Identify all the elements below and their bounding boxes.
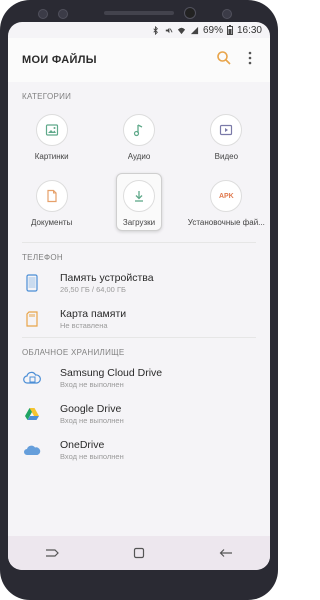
row-title: Карта памяти — [60, 308, 127, 320]
category-label: Загрузки — [122, 218, 156, 227]
signal-icon — [190, 26, 199, 34]
categories-section-label: КАТЕГОРИИ — [22, 92, 72, 101]
back-button[interactable] — [214, 543, 238, 563]
front-camera-icon — [184, 7, 196, 19]
more-options-icon[interactable] — [242, 50, 258, 66]
home-icon — [133, 547, 145, 559]
recent-apps-button[interactable] — [40, 543, 64, 563]
row-title: Samsung Cloud Drive — [60, 367, 163, 379]
row-subtitle: Вход не выполнен — [60, 380, 124, 389]
category-audio[interactable]: Аудио — [95, 110, 182, 170]
apk-icon: APK — [210, 180, 243, 212]
back-arrow-icon — [219, 549, 233, 557]
category-video[interactable]: Видео — [183, 110, 270, 170]
category-label: Аудио — [127, 152, 151, 161]
row-subtitle: Вход не выполнен — [60, 416, 124, 425]
document-icon — [35, 180, 68, 212]
clock: 16:30 — [236, 24, 262, 36]
category-images[interactable]: Картинки — [8, 110, 95, 170]
download-icon — [122, 180, 155, 212]
sd-card-icon — [22, 309, 42, 329]
row-subtitle: 26,50 ГБ / 64,00 ГБ — [60, 285, 126, 294]
sensor-icon — [38, 9, 48, 19]
list-item-samsung-cloud[interactable]: Samsung Cloud Drive Вход не выполнен — [8, 360, 270, 396]
phone-frame: 69% 16:30 МОИ ФАЙЛЫ КАТЕГОРИИ Картинки А… — [0, 0, 278, 600]
navigation-bar — [8, 536, 270, 570]
mute-icon — [165, 27, 173, 33]
row-subtitle: Вход не выполнен — [60, 452, 124, 461]
google-drive-icon — [22, 404, 42, 424]
category-label: Видео — [214, 152, 239, 161]
cloud-section-label: ОБЛАЧНОЕ ХРАНИЛИЩЕ — [22, 348, 125, 357]
row-title: Google Drive — [60, 403, 122, 415]
bluetooth-icon — [153, 25, 158, 35]
image-icon — [35, 114, 68, 146]
sensor-icon — [222, 9, 232, 19]
list-item-onedrive[interactable]: OneDrive Вход не выполнен — [8, 432, 270, 468]
status-bar: 69% 16:30 — [8, 22, 270, 38]
page-title: МОИ ФАЙЛЫ — [22, 54, 97, 66]
category-label: Картинки — [34, 152, 69, 161]
category-label: Установочные фай... — [187, 218, 265, 227]
phone-storage-icon — [22, 273, 42, 293]
row-subtitle: Не вставлена — [60, 321, 108, 330]
category-label: Документы — [31, 218, 73, 227]
search-icon[interactable] — [216, 50, 232, 66]
list-item-device-storage[interactable]: Память устройства 26,50 ГБ / 64,00 ГБ — [8, 265, 270, 301]
video-icon — [210, 114, 243, 146]
category-apk[interactable]: APK Установочные фай... — [183, 176, 270, 236]
category-documents[interactable]: Документы — [8, 176, 95, 236]
phone-section-label: ТЕЛЕФОН — [22, 253, 63, 262]
wifi-icon — [177, 27, 186, 34]
list-item-sd-card[interactable]: Карта памяти Не вставлена — [8, 301, 270, 337]
recent-apps-icon — [45, 549, 59, 557]
list-item-google-drive[interactable]: Google Drive Вход не выполнен — [8, 396, 270, 432]
sensor-icon — [58, 9, 68, 19]
home-button[interactable] — [127, 543, 151, 563]
music-note-icon — [122, 114, 155, 146]
earpiece-speaker — [104, 11, 174, 15]
row-title: Память устройства — [60, 272, 154, 284]
battery-percent: 69% — [202, 24, 223, 36]
battery-icon — [226, 25, 233, 35]
onedrive-icon — [22, 440, 42, 460]
app-header: МОИ ФАЙЛЫ — [8, 38, 270, 82]
categories-grid: Картинки Аудио Видео Документы Загрузки … — [8, 104, 270, 242]
category-downloads[interactable]: Загрузки — [95, 173, 182, 236]
screen: 69% 16:30 МОИ ФАЙЛЫ КАТЕГОРИИ Картинки А… — [8, 22, 270, 570]
row-title: OneDrive — [60, 439, 105, 451]
samsung-cloud-icon — [22, 368, 42, 388]
